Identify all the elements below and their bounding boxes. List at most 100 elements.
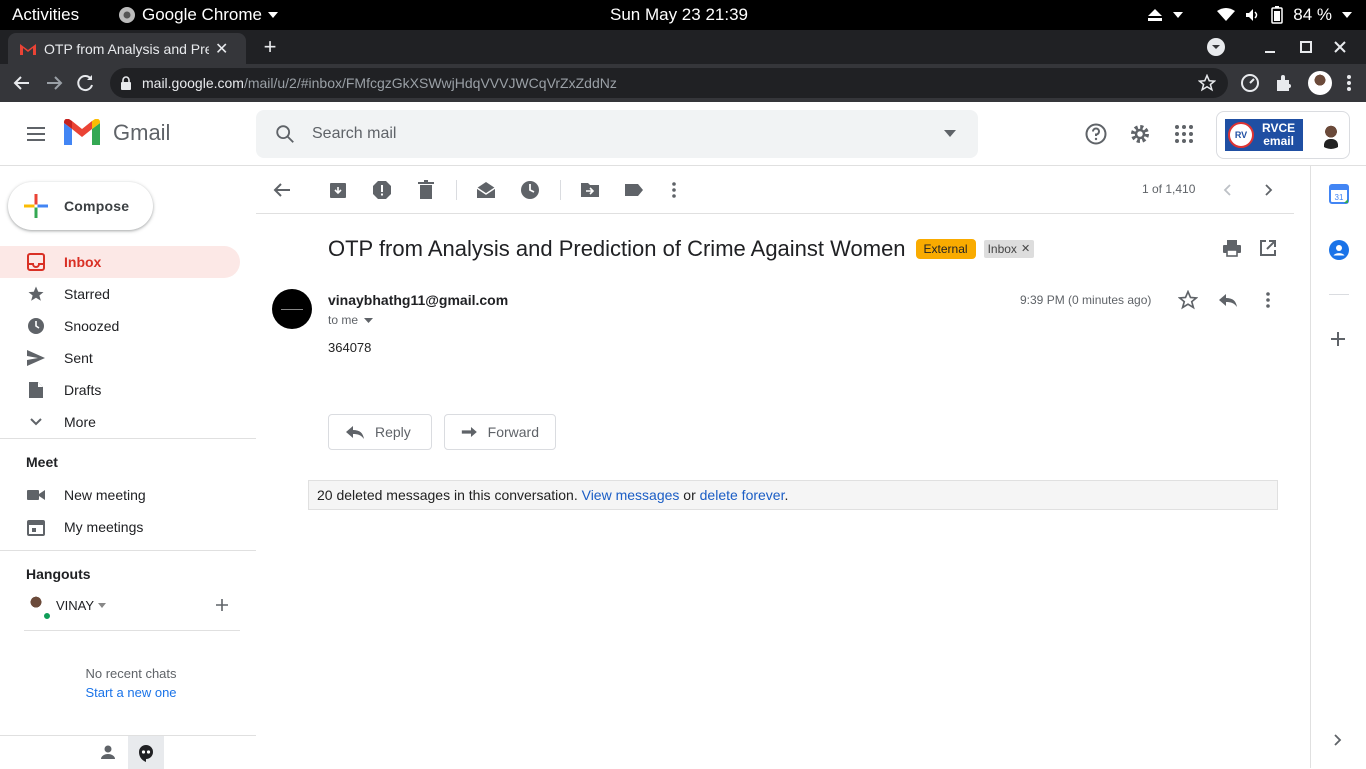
start-new-chat-link[interactable]: Start a new one (0, 685, 262, 700)
search-options-dropdown-icon[interactable] (944, 130, 956, 137)
bookmark-star-icon[interactable] (1198, 74, 1216, 92)
toolbar-separator (560, 180, 561, 200)
rvce-seal-icon: RV (1228, 122, 1254, 148)
extensions-puzzle-icon[interactable] (1274, 73, 1294, 93)
new-tab-button[interactable]: + (258, 36, 282, 60)
star-message-icon[interactable] (1178, 290, 1198, 310)
open-new-window-icon[interactable] (1258, 238, 1278, 258)
mark-unread-icon[interactable] (476, 180, 496, 200)
newer-chevron-left-icon[interactable] (1218, 180, 1238, 200)
back-to-inbox-icon[interactable] (272, 180, 292, 200)
main-menu-icon[interactable] (24, 122, 48, 146)
search-bar (256, 110, 978, 158)
reply-icon[interactable] (1218, 290, 1238, 310)
more-options-icon[interactable] (664, 180, 684, 200)
address-bar[interactable]: mail.google.com/mail/u/2/#inbox/FMfcgzGk… (110, 68, 1228, 98)
clock[interactable]: Sun May 23 21:39 (610, 5, 748, 25)
forward-button[interactable]: Forward (444, 414, 556, 450)
side-panel-divider (1329, 294, 1349, 295)
google-apps-icon[interactable] (1172, 122, 1196, 146)
sidebar-item-label: Starred (64, 286, 110, 302)
message-timestamp: 9:39 PM (0 minutes ago) (1020, 293, 1152, 307)
side-panel: 31 (1310, 166, 1366, 768)
gmail-m-icon (64, 119, 100, 145)
view-messages-link[interactable]: View messages (582, 487, 680, 503)
chrome-icon (119, 7, 135, 23)
app-menu[interactable]: Google Chrome (118, 5, 279, 25)
message-more-icon[interactable] (1258, 290, 1278, 310)
lock-icon[interactable] (120, 76, 132, 90)
browser-tab-strip: OTP from Analysis and Prediction of Crim… (0, 30, 1366, 64)
caret-down-icon (268, 12, 279, 18)
eject-icon (1148, 9, 1163, 21)
search-input[interactable] (312, 122, 912, 146)
contacts-icon[interactable] (1329, 240, 1349, 260)
print-icon[interactable] (1222, 238, 1242, 258)
sidebar-item-inbox[interactable]: Inbox (0, 246, 240, 278)
profile-avatar[interactable] (1308, 71, 1332, 95)
delete-trash-icon[interactable] (416, 180, 436, 200)
sidebar-item-starred[interactable]: Starred (0, 278, 240, 310)
inbox-label-chip[interactable]: Inbox ✕ (983, 240, 1035, 258)
volume-icon (1246, 9, 1258, 21)
search-icon[interactable] (274, 123, 296, 145)
tab-close-icon[interactable]: ✕ (215, 39, 228, 59)
wifi-icon (1217, 8, 1236, 21)
my-meetings-button[interactable]: My meetings (0, 511, 240, 543)
sidebar-item-label: More (64, 414, 96, 430)
sidebar-item-sent[interactable]: Sent (0, 342, 240, 374)
sidebar-item-more[interactable]: More (0, 406, 240, 438)
my-meetings-label: My meetings (64, 519, 144, 535)
deleted-notice-text: 20 deleted messages in this conversation… (317, 487, 578, 503)
activities-button[interactable]: Activities (12, 5, 79, 25)
help-icon[interactable] (1084, 122, 1108, 146)
sidebar-divider (0, 438, 256, 439)
recipient-details[interactable]: to me (328, 313, 374, 327)
browser-tab[interactable]: OTP from Analysis and Prediction of Crim… (8, 33, 246, 64)
compose-button[interactable]: Compose (8, 182, 153, 230)
hangouts-user[interactable]: VINAY (24, 593, 107, 621)
forward-icon[interactable] (44, 73, 64, 93)
expand-panel-chevron-icon[interactable] (1329, 732, 1345, 748)
get-addons-plus-icon[interactable] (1329, 330, 1347, 348)
meet-section-title: Meet (26, 454, 58, 470)
snooze-clock-icon[interactable] (520, 180, 540, 200)
minimize-icon[interactable] (1258, 37, 1282, 57)
reload-icon[interactable] (76, 73, 96, 93)
remove-label-icon[interactable]: ✕ (1021, 242, 1030, 256)
hangouts-tab[interactable] (128, 736, 164, 769)
recipient-text: to me (328, 313, 359, 327)
older-chevron-right-icon[interactable] (1258, 180, 1278, 200)
message-toolbar: 1 of 1,410 (256, 166, 1294, 214)
chevron-down-icon (30, 418, 42, 426)
sidebar-item-drafts[interactable]: Drafts (0, 374, 240, 406)
delete-forever-link[interactable]: delete forever (700, 487, 785, 503)
sender-email[interactable]: vinaybhathg11@gmail.com (328, 292, 508, 308)
compose-plus-icon (24, 194, 48, 218)
more-vert-icon[interactable] (1346, 73, 1352, 93)
sender-avatar[interactable] (272, 289, 312, 329)
calendar-icon (27, 520, 45, 536)
archive-icon[interactable] (328, 180, 348, 200)
account-switcher[interactable]: RV RVCE email (1216, 111, 1350, 159)
account-avatar[interactable] (1317, 121, 1345, 149)
back-icon[interactable] (12, 73, 32, 93)
report-spam-icon[interactable] (372, 180, 392, 200)
tab-search-icon[interactable] (1206, 37, 1226, 57)
system-tray[interactable]: 84 % (1147, 5, 1352, 25)
maximize-icon[interactable] (1296, 37, 1316, 57)
add-chat-icon[interactable] (215, 598, 229, 612)
subject-line: OTP from Analysis and Prediction of Crim… (328, 236, 1035, 262)
google-calendar-icon[interactable]: 31 (1329, 184, 1349, 204)
sidebar-item-snoozed[interactable]: Snoozed (0, 310, 240, 342)
forward-label: Forward (487, 424, 539, 440)
close-window-icon[interactable] (1330, 37, 1350, 57)
settings-gear-icon[interactable] (1128, 122, 1152, 146)
gmail-logo[interactable]: Gmail (64, 119, 170, 147)
contacts-person-icon[interactable] (100, 744, 116, 760)
move-to-icon[interactable] (580, 180, 600, 200)
label-icon[interactable] (624, 180, 644, 200)
new-meeting-button[interactable]: New meeting (0, 479, 240, 511)
reply-button[interactable]: Reply (328, 414, 432, 450)
extension-gauge-icon[interactable] (1240, 73, 1260, 93)
